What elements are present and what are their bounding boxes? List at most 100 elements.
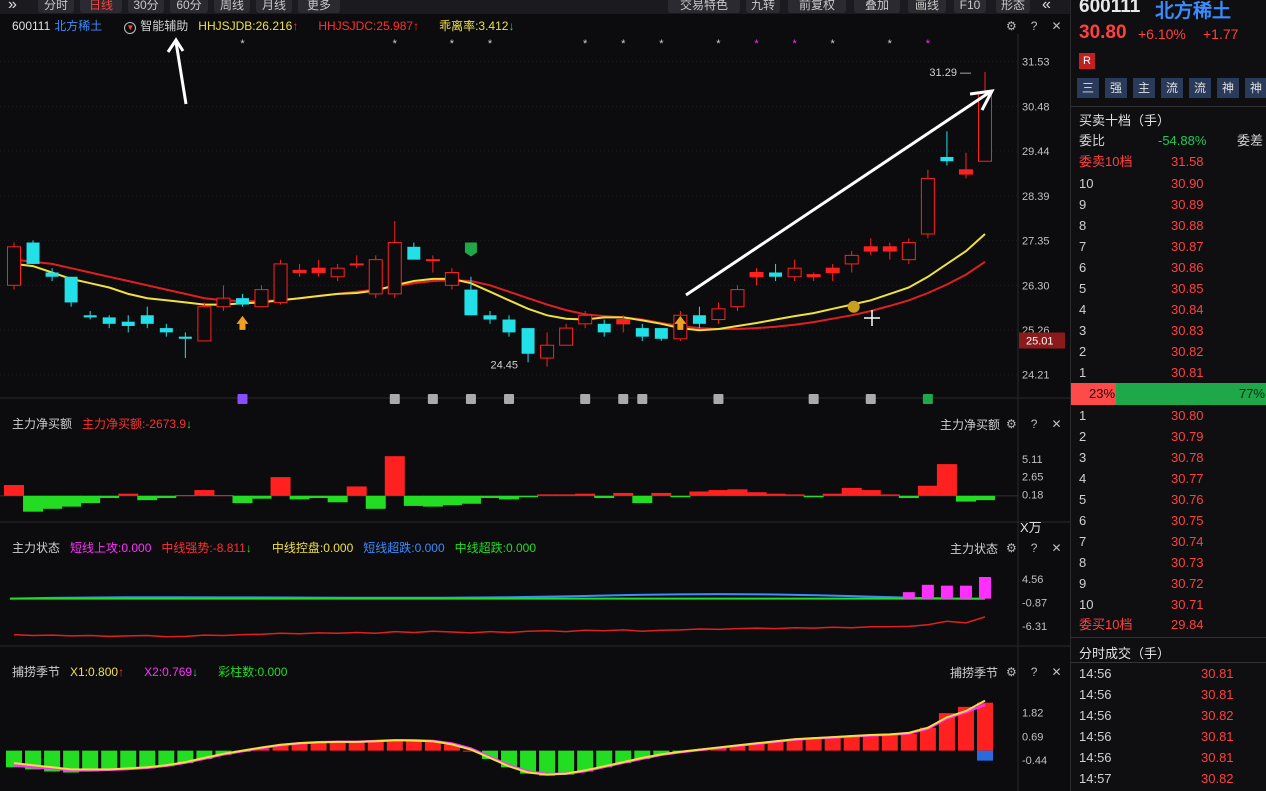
collapse-icon[interactable]: « — [1042, 0, 1051, 14]
feature-button-6[interactable]: 神 — [1245, 78, 1266, 98]
tab-4[interactable]: 周线 — [214, 0, 250, 13]
net-buy-unit: X万 — [1020, 520, 1042, 535]
help-icon[interactable]: ? — [1031, 541, 1046, 555]
fishing-bar — [843, 736, 860, 751]
tab-3[interactable]: 60分 — [170, 0, 208, 13]
ask-price: 30.86 — [1171, 260, 1204, 275]
net-buy-bar — [727, 489, 748, 496]
feature-button-0[interactable]: 三 — [1077, 78, 1099, 98]
order-ratio-row: 委比 -54.88% 委差 — [1071, 130, 1266, 151]
ask-level: 5 — [1079, 281, 1087, 296]
net-buy-bar — [708, 490, 729, 496]
net-buy-bar — [270, 477, 291, 496]
candle-body — [787, 267, 802, 278]
help-icon[interactable]: ? — [1031, 19, 1046, 33]
bid-level: 2 — [1079, 429, 1087, 444]
candle-body — [920, 177, 935, 235]
close-icon[interactable]: ✕ — [1051, 541, 1069, 555]
tab-12[interactable]: F10 — [954, 0, 986, 13]
bid-level: 10 — [1079, 597, 1094, 612]
net-buy-bar — [232, 495, 253, 504]
tab-13[interactable]: 形态 — [996, 0, 1030, 13]
signal-star: * — [926, 38, 931, 50]
bid-price: 30.77 — [1171, 471, 1204, 486]
close-icon[interactable]: ✕ — [1051, 417, 1069, 431]
y-tick-label: 27.35 — [1022, 235, 1050, 247]
ask-level: 2 — [1079, 344, 1087, 359]
fishing-x1: X1:0.800↑ — [70, 665, 125, 679]
tab-11[interactable]: 画线 — [908, 0, 946, 13]
net-buy-bar — [784, 494, 805, 496]
y-tick-label: 26.30 — [1022, 280, 1050, 292]
candle-body — [292, 269, 307, 273]
ask-level: 6 — [1079, 260, 1087, 275]
dropdown-icon[interactable]: ▼ — [124, 22, 137, 34]
candle-body — [26, 242, 40, 264]
fishing-bar — [120, 750, 137, 770]
signal-star: * — [621, 38, 626, 50]
fishing-bar-count: 彩柱数:0.000 — [218, 665, 288, 679]
buy10-summary-row: 委买10档 29.84 — [1071, 614, 1266, 635]
tab-10[interactable]: 叠加 — [854, 0, 900, 13]
bid-row: 6 30.75 — [1071, 510, 1266, 531]
tab-6[interactable]: 更多 — [298, 0, 340, 13]
fishing-bar — [862, 735, 879, 751]
fishing-bar-blue — [977, 750, 993, 761]
net-buy-bar — [955, 495, 976, 502]
bid-level: 9 — [1079, 576, 1087, 591]
tab-2[interactable]: 30分 — [128, 0, 164, 13]
gear-icon[interactable]: ⚙ — [1006, 417, 1025, 431]
gear-icon[interactable]: ⚙ — [1006, 541, 1025, 555]
candle-body — [216, 297, 231, 308]
feature-button-1[interactable]: 强 — [1105, 78, 1127, 98]
candle-body — [178, 336, 192, 339]
event-marker — [389, 394, 400, 404]
main-state-panel-icons: ⚙? ✕ — [1006, 541, 1076, 555]
feature-button-3[interactable]: 流 — [1161, 78, 1183, 98]
net-buy-bar — [308, 495, 329, 498]
net-buy-bar — [327, 495, 348, 503]
fishing-bar — [82, 750, 99, 772]
tab-9[interactable]: 前复权 — [788, 0, 846, 13]
tick-row: 14:56 30.81 — [1071, 684, 1266, 705]
candle-body — [749, 271, 764, 278]
state-bar — [921, 584, 934, 599]
feature-button-5[interactable]: 神 — [1217, 78, 1239, 98]
tab-5[interactable]: 月线 — [256, 0, 292, 13]
margin-badge[interactable]: R — [1079, 53, 1095, 69]
tab-8[interactable]: 九转 — [746, 0, 780, 13]
y-tick-label: 30.48 — [1022, 101, 1050, 113]
candle-body — [254, 289, 269, 308]
help-icon[interactable]: ? — [1031, 417, 1046, 431]
feature-button-2[interactable]: 主 — [1133, 78, 1155, 98]
tab-1[interactable]: 日线 — [80, 0, 122, 13]
buy10-value: 29.84 — [1171, 617, 1204, 632]
net-buy-bar — [346, 486, 367, 496]
expand-icon[interactable]: » — [8, 0, 17, 14]
bid-row: 3 30.78 — [1071, 447, 1266, 468]
gear-icon[interactable]: ⚙ — [1006, 19, 1025, 33]
close-icon[interactable]: ✕ — [1051, 665, 1069, 679]
gear-icon[interactable]: ⚙ — [1006, 665, 1025, 679]
ask-level: 3 — [1079, 323, 1087, 338]
net-buy-title: 主力净买额 — [12, 417, 73, 431]
smart-assist-button[interactable]: 智能辅助 — [140, 19, 188, 33]
tick-price: 30.81 — [1201, 729, 1234, 744]
ask-row: 6 30.86 — [1071, 257, 1266, 278]
candle-body — [273, 263, 288, 303]
help-icon[interactable]: ? — [1031, 665, 1046, 679]
feature-button-4[interactable]: 流 — [1189, 78, 1211, 98]
candle-body — [235, 298, 249, 305]
event-marker — [504, 394, 515, 404]
state-bar — [959, 585, 972, 599]
event-marker — [618, 394, 629, 404]
tab-7[interactable]: 交易特色 — [668, 0, 740, 13]
signal-star: * — [792, 38, 797, 50]
event-marker — [580, 394, 591, 404]
candle-body — [901, 242, 916, 261]
ask-price: 30.87 — [1171, 239, 1204, 254]
tab-0[interactable]: 分时 — [38, 0, 74, 13]
bid-level: 1 — [1079, 408, 1087, 423]
ask-level: 10 — [1079, 176, 1094, 191]
close-icon[interactable]: ✕ — [1051, 19, 1069, 33]
